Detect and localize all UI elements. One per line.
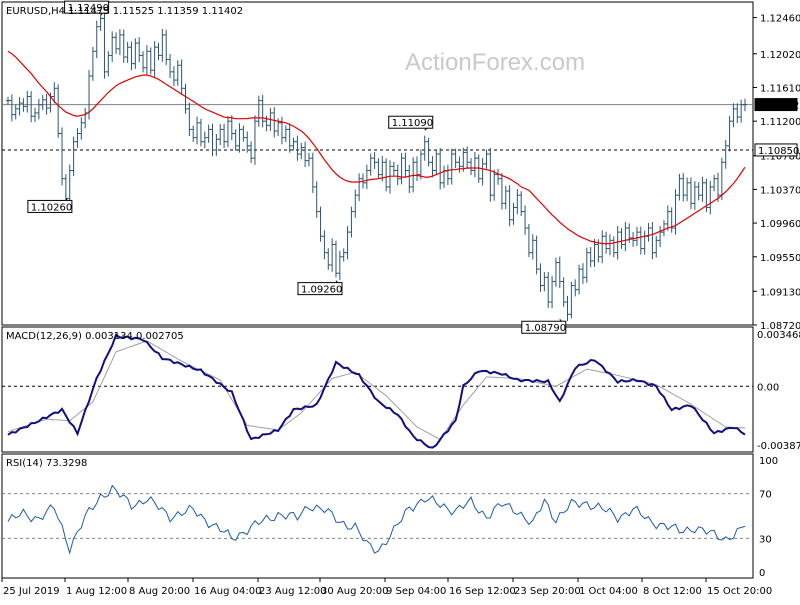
rsi-y-tick-label: 0 [759, 568, 765, 579]
x-tick-label: 1 Aug 12:00 [66, 586, 127, 597]
x-tick-label: 30 Aug 20:00 [321, 586, 388, 597]
price-y-tick-label: 1.12020 [760, 50, 800, 61]
x-tick-label: 16 Sep 12:00 [449, 586, 516, 597]
price-panel-frame [1, 1, 754, 326]
rsi-line [7, 484, 746, 555]
current-price-tag-label: 1.11402 [758, 101, 799, 112]
x-tick-label: 15 Oct 20:00 [707, 586, 772, 597]
macd-y-tick-label: 0.003468 [757, 330, 800, 341]
macd-signal-line [7, 340, 746, 441]
x-tick-label: 23 Sep 20:00 [514, 586, 581, 597]
price-y-tick-label: 1.11200 [760, 117, 800, 128]
x-tick-label: 1 Oct 04:00 [579, 586, 638, 597]
price-y-tick-label: 1.12460 [760, 14, 800, 25]
rsi-panel-frame [1, 453, 754, 579]
price-header: EURUSD,H4 1.11475 1.11525 1.11359 1.1140… [6, 6, 243, 17]
annotation-label: 1.11090 [392, 118, 433, 129]
annotation-label: 1.09260 [301, 285, 342, 296]
rsi-header: RSI(14) 73.3298 [6, 458, 87, 469]
macd-main-line [7, 333, 746, 449]
rsi-y-tick-label: 70 [759, 490, 772, 501]
price-y-tick-label: 1.10370 [760, 185, 800, 196]
chart-canvas: ActionForex.com 1.12460 1.12020 1.11610 1.1… [1, 0, 800, 597]
price-y-tick-label: 1.09130 [760, 287, 800, 298]
price-y-tick-label: 1.11610 [760, 83, 800, 94]
annotation-label: 1.08790 [525, 323, 566, 334]
x-tick-label: 25 Jul 2019 [3, 586, 60, 597]
rsi-y-tick-label: 100 [759, 456, 778, 467]
macd-header: MACD(12,26,9) 0.003134 0.002705 [6, 331, 184, 342]
price-y-tick-label: 1.09960 [760, 219, 800, 230]
price-y-tick-label: 1.09550 [760, 253, 800, 264]
x-tick-label: 9 Sep 04:00 [386, 586, 446, 597]
support-price-tag-label: 1.10850 [758, 146, 799, 157]
x-tick-label: 8 Aug 20:00 [129, 586, 190, 597]
x-tick-label: 23 Aug 12:00 [259, 586, 326, 597]
rsi-y-tick-label: 30 [759, 534, 772, 545]
annotation-label: 1.10260 [31, 202, 72, 213]
moving-average-line [7, 50, 746, 245]
macd-y-tick-label: -0.003879 [757, 441, 800, 452]
macd-y-tick-label: 0.00 [757, 382, 779, 393]
x-tick-label: 16 Aug 04:00 [194, 586, 261, 597]
x-tick-label: 8 Oct 12:00 [643, 586, 702, 597]
chart-window: ActionForex.com 1.12460 1.12020 1.11610 1.1… [0, 0, 800, 600]
watermark-text: ActionForex.com [405, 49, 585, 76]
